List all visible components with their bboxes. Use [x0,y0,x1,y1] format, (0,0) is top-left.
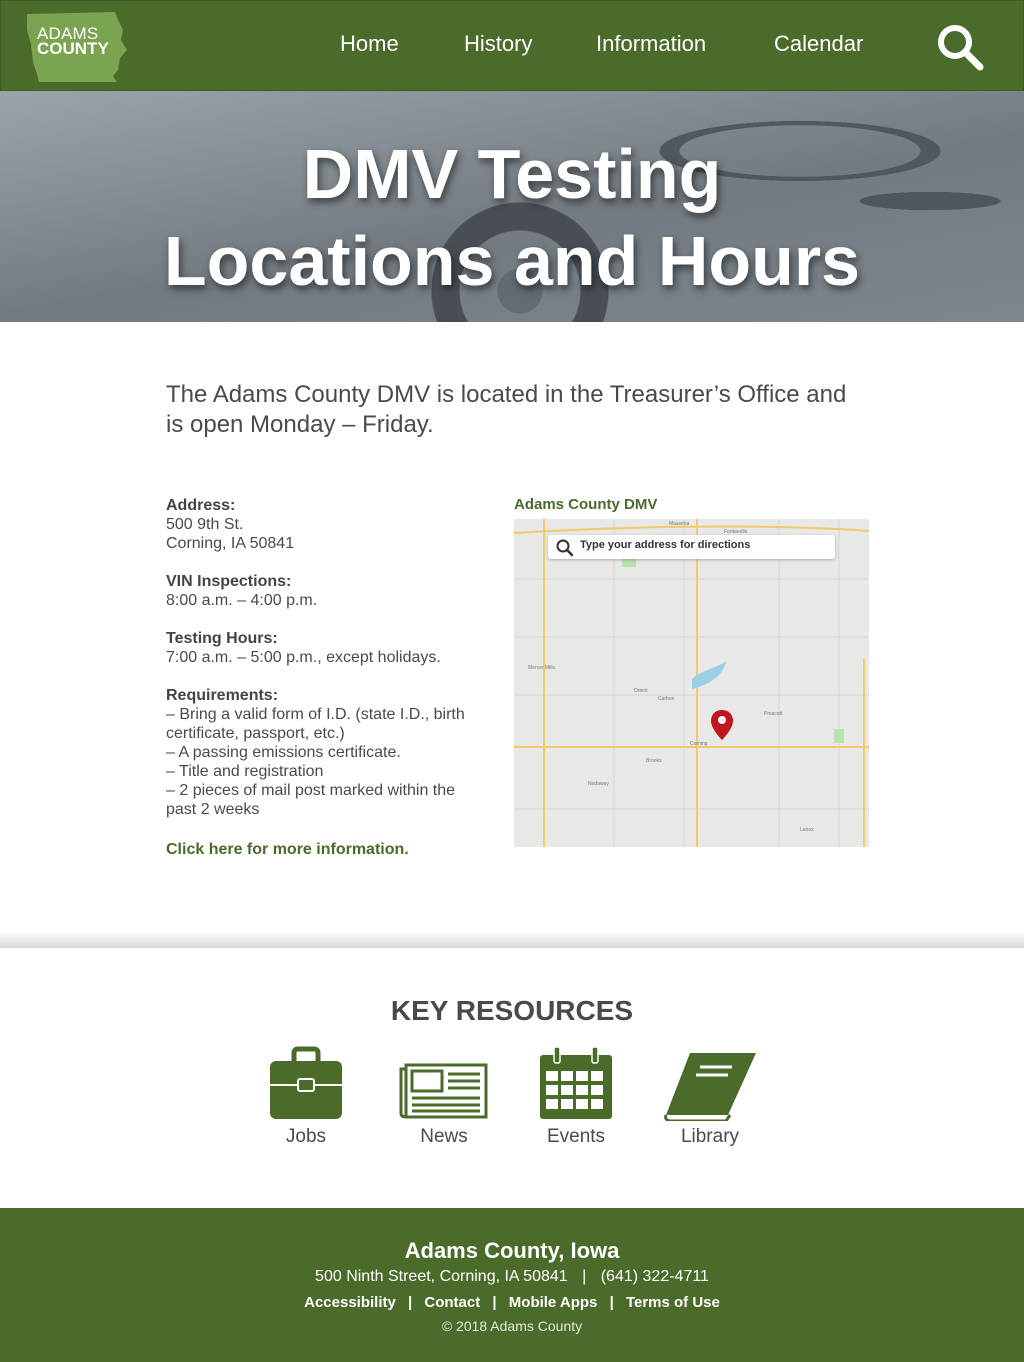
footer-link-separator: | [492,1294,497,1311]
requirement-item: – Bring a valid form of I.D. (state I.D.… [166,706,465,742]
map-title-link[interactable]: Adams County DMV [514,496,657,513]
footer-separator: | [582,1268,587,1285]
nav-home[interactable]: Home [340,31,399,57]
vin-hours: 8:00 a.m. – 4:00 p.m. [166,592,318,609]
page-title: DMV Testing Locations and Hours [0,131,1024,305]
requirement-item: – A passing emissions certificate. [166,744,401,761]
search-icon [556,539,574,557]
footer-link-terms[interactable]: Terms of Use [626,1294,720,1311]
vin-block: VIN Inspections: 8:00 a.m. – 4:00 p.m. [166,572,486,610]
intro-text: The Adams County DMV is located in the T… [166,381,847,438]
address-label: Address: [166,497,236,514]
footer-link-accessibility[interactable]: Accessibility [304,1294,396,1311]
footer-address: 500 Ninth Street, Corning, IA 50841 [315,1268,568,1285]
requirement-item: – 2 pieces of mail post marked within th… [166,782,456,818]
page-title-line2: Locations and Hours [163,222,861,300]
search-icon [938,25,984,71]
address-line2: Corning, IA 50841 [166,535,295,552]
resource-news[interactable]: News [398,1045,490,1147]
hero-banner: DMV Testing Locations and Hours [0,91,1024,322]
map-label-nodaway: Nodaway [588,781,609,787]
footer-links: Accessibility | Contact | Mobile Apps | … [0,1294,1024,1311]
footer-link-mobile-apps[interactable]: Mobile Apps [509,1294,598,1311]
footer-title: Adams County, Iowa [404,1238,620,1263]
footer-link-separator: | [609,1294,614,1311]
resource-library[interactable]: Library [662,1045,758,1147]
search-button[interactable] [935,22,985,72]
footer-link-contact[interactable]: Contact [424,1294,480,1311]
resource-events[interactable]: Events [534,1045,618,1147]
map-label-carbon: Carbon [658,696,675,702]
footer-phone[interactable]: (641) 322-4711 [601,1268,709,1285]
newspaper-icon [399,1063,488,1119]
requirements-block: Requirements: – Bring a valid form of I.… [166,686,486,819]
footer-link-separator: | [408,1294,413,1311]
address-block: Address: 500 9th St. Corning, IA 50841 [166,496,486,553]
map-roads: Massena Fontanelle Nodaway Carbon Cornin… [514,519,869,847]
map-directions-input[interactable]: Type your address for directions [548,535,835,559]
section-divider [0,930,1024,948]
logo-line2: COUNTY [37,39,109,58]
footer-copyright: © 2018 Adams County [441,1318,583,1334]
site-footer: Adams County, Iowa 500 Ninth Street, Cor… [0,1208,1024,1362]
testing-label: Testing Hours: [166,630,278,647]
map-label-brooks: Brooks [646,758,662,764]
map-pin-icon[interactable] [710,709,734,741]
nav-calendar[interactable]: Calendar [774,31,863,57]
resource-events-label: Events [546,1126,606,1147]
site-logo[interactable]: ADAMS COUNTY [25,10,129,84]
map-search-placeholder: Type your address for directions [580,539,751,551]
resource-jobs[interactable]: Jobs [264,1045,348,1147]
page-title-line1: DMV Testing [302,135,722,213]
book-icon [664,1053,756,1123]
footer-contact: 500 Ninth Street, Corning, IA 50841 | (6… [0,1268,1024,1286]
map-label-massena: Massena [669,521,690,527]
vin-label: VIN Inspections: [166,573,292,590]
map-label-corning: Corning [690,741,708,747]
key-resources-title: KEY RESOURCES [390,995,634,1026]
resource-jobs-label: Jobs [285,1126,327,1147]
map-label-lenox: Lenox [800,827,814,833]
map-label-prescott: Prescott [764,711,783,717]
requirements-label: Requirements: [166,687,279,704]
requirement-item: – Title and registration [166,763,324,780]
briefcase-icon [270,1046,342,1119]
resource-news-label: News [420,1126,468,1147]
nav-history[interactable]: History [464,31,532,57]
resource-library-label: Library [680,1126,740,1147]
calendar-icon [540,1046,612,1119]
more-info-link[interactable]: Click here for more information. [166,841,409,859]
testing-hours: 7:00 a.m. – 5:00 p.m., except holidays. [166,649,441,666]
location-map[interactable]: Massena Fontanelle Nodaway Carbon Cornin… [514,519,869,847]
address-line1: 500 9th St. [166,516,244,533]
site-header: ADAMS COUNTY Home History Information Ca… [0,0,1024,91]
map-label-orient: Orient [634,688,648,694]
dmv-info: Address: 500 9th St. Corning, IA 50841 V… [166,496,486,838]
nav-information[interactable]: Information [596,31,706,57]
testing-block: Testing Hours: 7:00 a.m. – 5:00 p.m., ex… [166,629,486,667]
map-label-mercer-mills: Mercer Mills [528,665,555,671]
